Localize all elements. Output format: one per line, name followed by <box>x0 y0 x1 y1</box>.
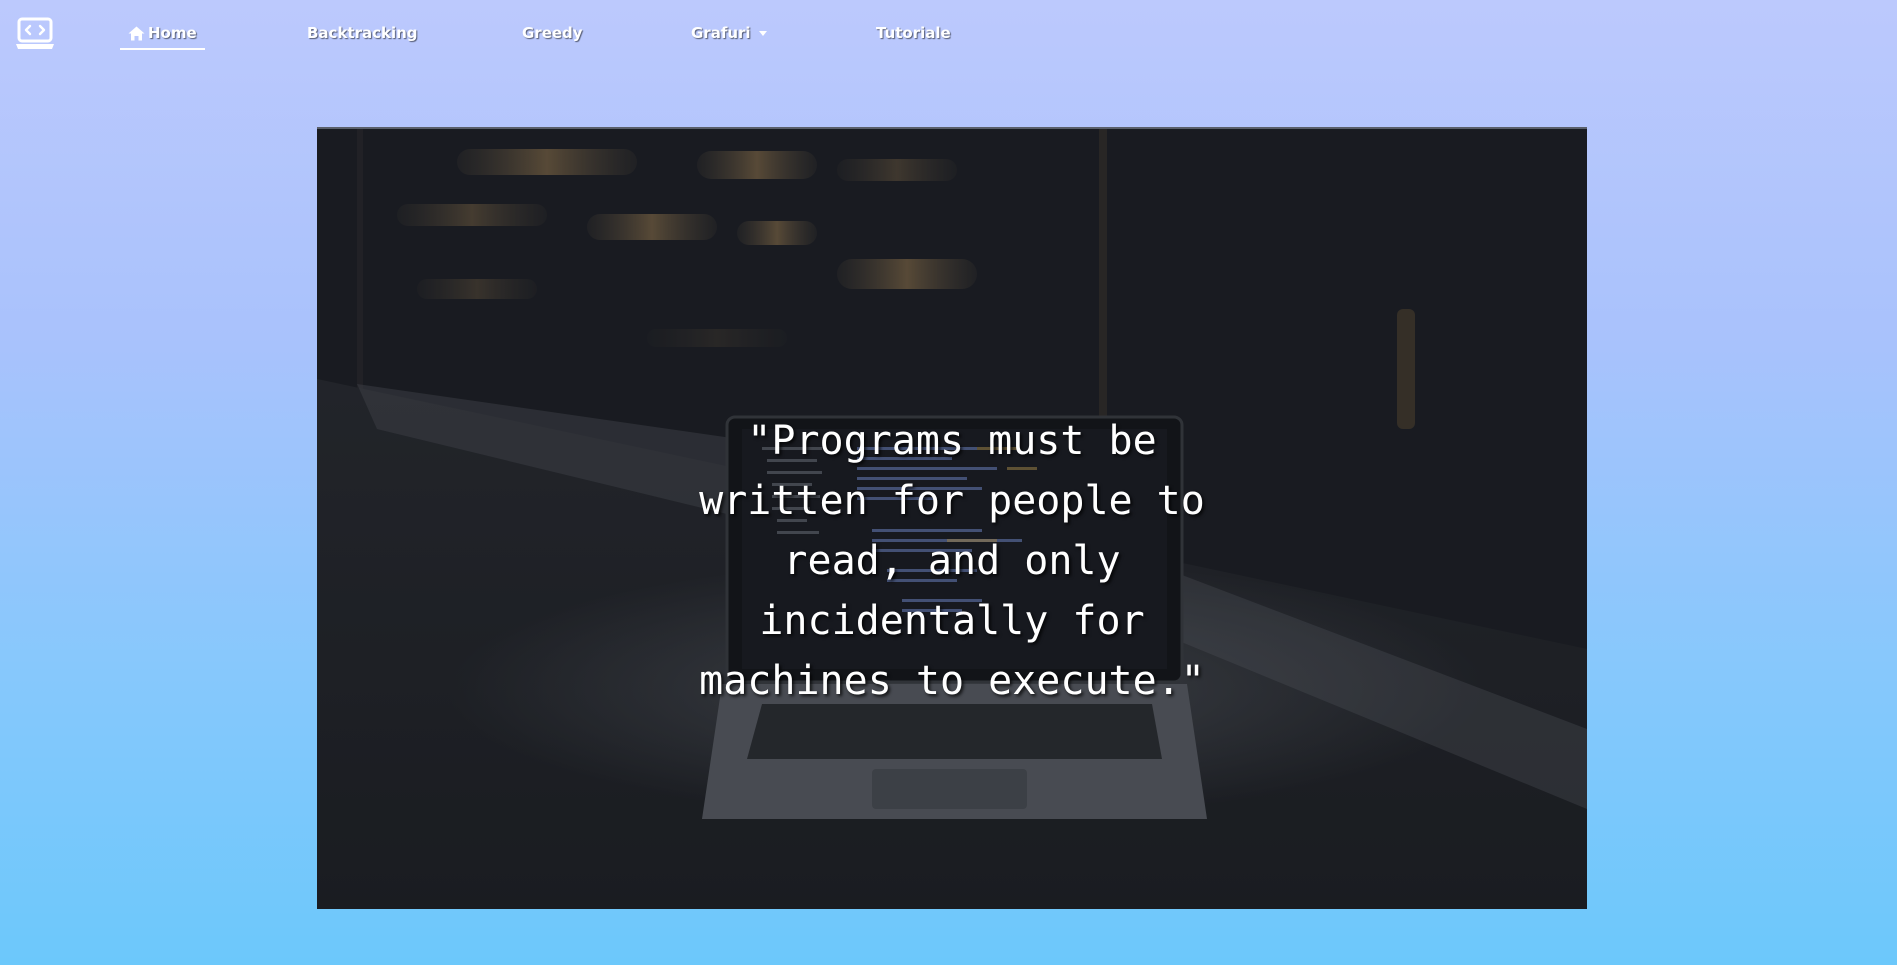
nav-home[interactable]: Home <box>120 24 205 50</box>
nav-home-label: Home <box>148 24 197 42</box>
nav-tutoriale-label: Tutoriale <box>876 24 951 42</box>
hero-banner: "Programs must be written for people to … <box>317 127 1587 909</box>
quote-line: incidentally for <box>759 598 1145 644</box>
nav-grafuri-label: Grafuri <box>691 24 751 42</box>
home-icon <box>128 26 145 40</box>
quote-line: "Programs must be <box>747 418 1157 464</box>
top-navbar: Home Backtracking Greedy Grafuri Tutoria… <box>0 0 1897 70</box>
quote-line: written for people to <box>699 478 1205 524</box>
nav-greedy[interactable]: Greedy <box>522 24 583 42</box>
nav-backtracking[interactable]: Backtracking <box>307 24 418 42</box>
nav-tutoriale[interactable]: Tutoriale <box>876 24 951 42</box>
nav-grafuri-dropdown[interactable]: Grafuri <box>691 24 767 42</box>
nav-backtracking-label: Backtracking <box>307 24 418 42</box>
hero-quote: "Programs must be written for people to … <box>668 411 1236 711</box>
quote-line: read, and only <box>783 538 1121 584</box>
quote-line: machines to execute." <box>699 658 1205 704</box>
nav-greedy-label: Greedy <box>522 24 583 42</box>
laptop-code-icon[interactable] <box>15 17 55 51</box>
caret-down-icon <box>758 31 767 36</box>
